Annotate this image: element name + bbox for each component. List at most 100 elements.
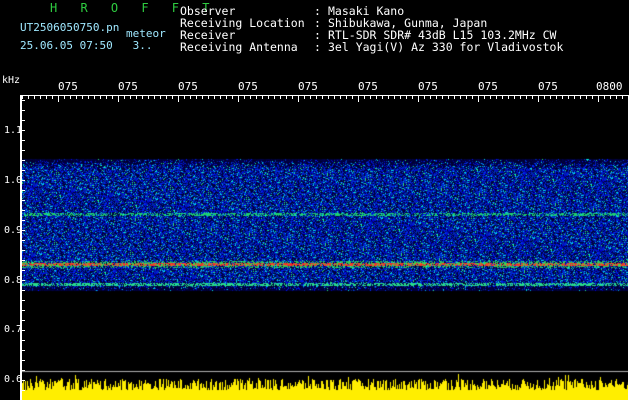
x-minor-tick [28, 96, 29, 99]
y-minor-tick [22, 270, 25, 271]
x-minor-tick [376, 96, 377, 99]
x-minor-tick [466, 96, 467, 99]
x-minor-tick [400, 96, 401, 99]
y-minor-tick [22, 360, 25, 361]
x-minor-tick [496, 96, 497, 99]
x-minor-tick [166, 96, 167, 99]
x-minor-tick [286, 96, 287, 99]
x-minor-tick [406, 96, 407, 99]
x-minor-tick [70, 96, 71, 99]
y-minor-tick [22, 200, 25, 201]
x-minor-tick [52, 96, 53, 99]
x-minor-tick [226, 96, 227, 99]
x-minor-tick [88, 96, 89, 99]
x-minor-tick [298, 96, 299, 102]
x-minor-tick [454, 96, 455, 99]
x-minor-tick [346, 96, 347, 99]
y-minor-tick [22, 310, 25, 311]
y-minor-tick [22, 160, 25, 161]
x-minor-tick [220, 96, 221, 99]
time-tick-label: 075 [418, 80, 438, 93]
x-minor-tick [148, 96, 149, 99]
x-minor-tick [268, 96, 269, 99]
x-minor-tick [574, 96, 575, 99]
y-minor-tick [22, 120, 25, 121]
y-minor-tick [22, 380, 25, 381]
x-minor-tick [436, 96, 437, 99]
y-minor-tick [22, 240, 25, 241]
x-minor-tick [34, 96, 35, 99]
y-minor-tick [22, 320, 25, 321]
x-minor-tick [358, 96, 359, 102]
x-minor-tick [322, 96, 323, 99]
x-minor-tick [184, 96, 185, 99]
x-minor-tick [448, 96, 449, 99]
y-minor-tick [22, 100, 25, 101]
y-minor-tick [22, 110, 25, 111]
x-minor-tick [94, 96, 95, 99]
y-minor-tick [22, 250, 25, 251]
x-minor-tick [502, 96, 503, 99]
spectrogram-plot [22, 95, 629, 400]
x-minor-tick [412, 96, 413, 99]
x-minor-tick [190, 96, 191, 99]
x-minor-tick [394, 96, 395, 99]
y-minor-tick [22, 180, 25, 181]
x-minor-tick [514, 96, 515, 99]
x-minor-tick [160, 96, 161, 99]
x-minor-tick [622, 96, 623, 99]
x-minor-tick [172, 96, 173, 99]
x-minor-tick [214, 96, 215, 99]
x-minor-tick [274, 96, 275, 99]
y-minor-tick [22, 350, 25, 351]
x-minor-tick [136, 96, 137, 99]
x-minor-tick [256, 96, 257, 99]
time-tick-label: 075 [478, 80, 498, 93]
x-minor-tick [262, 96, 263, 99]
spectrogram-canvas [22, 95, 629, 400]
x-minor-tick [532, 96, 533, 99]
x-minor-tick [178, 96, 179, 102]
x-minor-tick [130, 96, 131, 99]
x-minor-tick [442, 96, 443, 99]
x-minor-tick [418, 96, 419, 102]
x-minor-tick [550, 96, 551, 99]
colon-separator: : [314, 40, 321, 54]
x-minor-tick [430, 96, 431, 99]
x-minor-tick [352, 96, 353, 99]
x-minor-tick [238, 96, 239, 102]
antenna-value: 3el Yagi(V) Az 330 for Vladivostok [328, 40, 564, 54]
x-minor-tick [202, 96, 203, 99]
x-minor-tick [562, 96, 563, 99]
x-minor-tick [472, 96, 473, 99]
file-name: UT2506050750.pn [20, 21, 120, 34]
y-minor-tick [22, 330, 25, 331]
x-minor-tick [112, 96, 113, 99]
x-minor-tick [490, 96, 491, 99]
x-minor-tick [118, 96, 119, 102]
x-minor-tick [526, 96, 527, 99]
y-minor-tick [22, 130, 25, 131]
y-minor-tick [22, 370, 25, 371]
y-minor-tick [22, 210, 25, 211]
y-minor-tick [22, 390, 25, 391]
x-minor-tick [232, 96, 233, 99]
time-tick-label: 075 [178, 80, 198, 93]
y-minor-tick [22, 340, 25, 341]
time-tick-label: 075 [58, 80, 78, 93]
x-minor-tick [58, 96, 59, 102]
x-minor-tick [22, 96, 23, 99]
x-minor-tick [478, 96, 479, 102]
x-minor-tick [460, 96, 461, 99]
x-minor-tick [196, 96, 197, 99]
x-minor-tick [604, 96, 605, 99]
antenna-label: Receiving Antenna [180, 40, 298, 54]
y-minor-tick [22, 260, 25, 261]
x-minor-tick [76, 96, 77, 99]
y-minor-tick [22, 280, 25, 281]
x-minor-tick [310, 96, 311, 99]
time-tick-label: 0800 [596, 80, 623, 93]
y-minor-tick [22, 190, 25, 191]
x-minor-tick [46, 96, 47, 99]
x-minor-tick [106, 96, 107, 99]
